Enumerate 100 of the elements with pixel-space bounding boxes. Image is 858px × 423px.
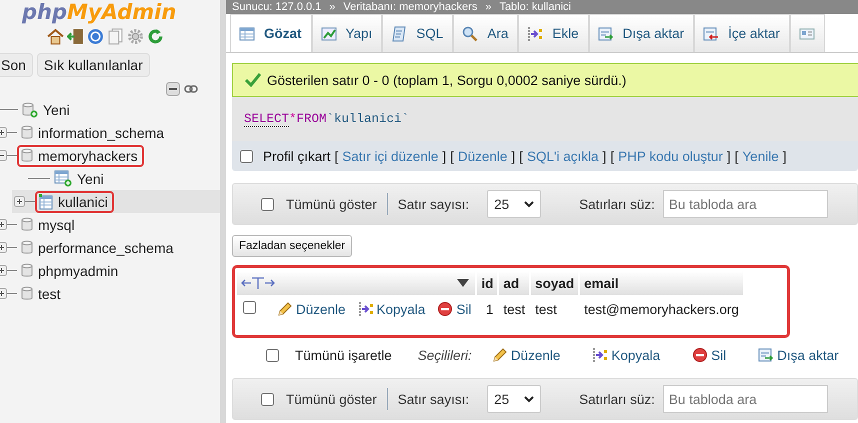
rows-dropdown[interactable]: 25: [487, 190, 542, 218]
link[interactable]: Düzenle: [458, 148, 508, 164]
dropdown-caret-icon[interactable]: [457, 279, 469, 287]
tab[interactable]: Yapı: [312, 14, 382, 52]
tree-item[interactable]: information_schema: [38, 124, 164, 140]
link-bracket: ]: [442, 148, 446, 164]
sidebar-tab-button[interactable]: Sık kullanılanlar: [36, 53, 150, 77]
message-text: Gösterilen satır 0 - 0 (toplam 1, Sorgu 0,0002 saniye sürdü.): [267, 72, 626, 88]
exit-icon[interactable]: [66, 28, 84, 45]
link[interactable]: Satır içi düzenle: [342, 148, 438, 164]
column-arrows-icon[interactable]: [241, 276, 275, 290]
table-cell-text: test@memoryhackers.org: [583, 300, 740, 319]
tree-item[interactable]: mysql: [38, 216, 75, 232]
table-icon: [239, 26, 255, 42]
card-icon: [798, 26, 815, 42]
checkbox-label: Tümünü göster: [286, 392, 377, 406]
table-cell-text: test: [502, 300, 526, 318]
tree-item[interactable]: test: [38, 286, 61, 302]
breadcrumb-link[interactable]: Tablo: kullanici: [499, 0, 571, 14]
link-bracket: [: [450, 148, 454, 164]
tree-item[interactable]: Yeni: [43, 102, 70, 118]
tab[interactable]: Ekle: [518, 14, 589, 52]
tab[interactable]: İçe aktar: [694, 14, 790, 52]
new-table-icon: [54, 170, 72, 187]
link-bracket: ]: [511, 148, 516, 164]
tab[interactable]: SQL: [382, 14, 454, 52]
tab[interactable]: Ara: [453, 14, 518, 52]
export-icon: [598, 26, 614, 42]
filter-field[interactable]: Bu tabloda ara: [662, 385, 828, 413]
link-bracket: [: [610, 148, 614, 164]
tree-item[interactable]: kullanici: [58, 194, 108, 210]
sidebar-tab-button[interactable]: Son: [0, 53, 33, 77]
rows-dropdown[interactable]: 25: [487, 385, 542, 413]
home-icon[interactable]: [46, 28, 64, 45]
collapse-all-icon[interactable]: [166, 82, 180, 96]
edit-link[interactable]: Düzenle: [492, 347, 560, 363]
database-icon: [21, 148, 33, 163]
database-icon: [21, 125, 33, 140]
breadcrumb-separator: »: [485, 0, 492, 14]
more-options-button[interactable]: Fazladan seçenekler: [232, 235, 352, 257]
link-bracket: ]: [726, 148, 731, 164]
checkbox[interactable]: [261, 392, 274, 406]
checkbox[interactable]: [261, 198, 274, 210]
tab[interactable]: Gözat: [230, 14, 312, 52]
delete-icon: [692, 347, 708, 363]
insert-row-icon: [592, 347, 608, 363]
checkbox-label: Tümünü işaretle: [295, 348, 392, 362]
export-icon: [758, 347, 774, 363]
database-icon: [21, 217, 33, 232]
copy-link[interactable]: Kopyala: [592, 347, 660, 363]
chevron-down-icon: [524, 396, 534, 402]
tab[interactable]: [790, 14, 825, 52]
copy-link[interactable]: Kopyala: [358, 301, 426, 317]
field-label: Satır sayısı:: [398, 196, 470, 212]
sql-query: SELECT*FROM`kullanici`: [232, 97, 858, 141]
table-cell-text: test: [534, 300, 558, 318]
pencil-icon: [277, 301, 293, 317]
tree-item[interactable]: memoryhackers: [38, 148, 138, 164]
column-header[interactable]: email: [580, 271, 743, 295]
documents-icon[interactable]: [106, 28, 124, 45]
import-icon: [703, 26, 720, 42]
column-header[interactable]: id: [477, 271, 498, 295]
with-selected-label: Seçilileri:: [418, 348, 472, 362]
breadcrumb-link[interactable]: Sunucu: 127.0.0.1: [232, 0, 322, 14]
checkbox[interactable]: [266, 348, 279, 362]
delete-link[interactable]: Sil: [692, 347, 726, 363]
tree-item[interactable]: performance_schema: [38, 240, 174, 256]
tree-item[interactable]: Yeni: [77, 170, 104, 186]
delete-link[interactable]: Sil: [437, 301, 472, 317]
tab[interactable]: Dışa aktar: [588, 14, 694, 52]
chevron-down-icon: [524, 200, 534, 208]
insert-row-icon: [358, 301, 374, 317]
checkbox-label: Profil çıkart: [263, 148, 331, 164]
field-label: Satırları süz:: [579, 392, 655, 406]
expand-icon[interactable]: [14, 196, 25, 207]
edit-link[interactable]: Düzenle: [277, 301, 346, 317]
checkbox[interactable]: [240, 150, 253, 162]
breadcrumb-link[interactable]: Veritabanı: memoryhackers: [343, 0, 478, 14]
pencil-icon: [492, 347, 508, 363]
column-header[interactable]: soyad: [531, 271, 578, 295]
filter-field[interactable]: Bu tabloda ara: [662, 190, 828, 218]
tree-item[interactable]: phpmyadmin: [38, 262, 118, 278]
checkbox-label: Tümünü göster: [286, 196, 377, 212]
link-bracket: ]: [782, 148, 786, 164]
link-bracket: [: [334, 148, 338, 164]
link[interactable]: Yenile: [742, 148, 779, 164]
link-bracket: [: [519, 148, 523, 164]
export-link[interactable]: Dışa aktar: [758, 347, 839, 363]
table-cell-text: 1: [484, 300, 494, 318]
insert-row-icon: [527, 26, 544, 42]
document-icon: [391, 26, 408, 42]
structure-icon: [320, 26, 337, 42]
row-checkbox[interactable]: [243, 301, 256, 314]
search-icon: [462, 26, 478, 42]
database-icon: [21, 263, 33, 278]
reload-icon[interactable]: [146, 28, 164, 45]
settings-icon[interactable]: [126, 28, 144, 45]
link[interactable]: SQL'i açıkla: [526, 148, 599, 164]
link[interactable]: PHP kodu oluştur: [618, 148, 723, 164]
column-header[interactable]: ad: [499, 271, 530, 295]
